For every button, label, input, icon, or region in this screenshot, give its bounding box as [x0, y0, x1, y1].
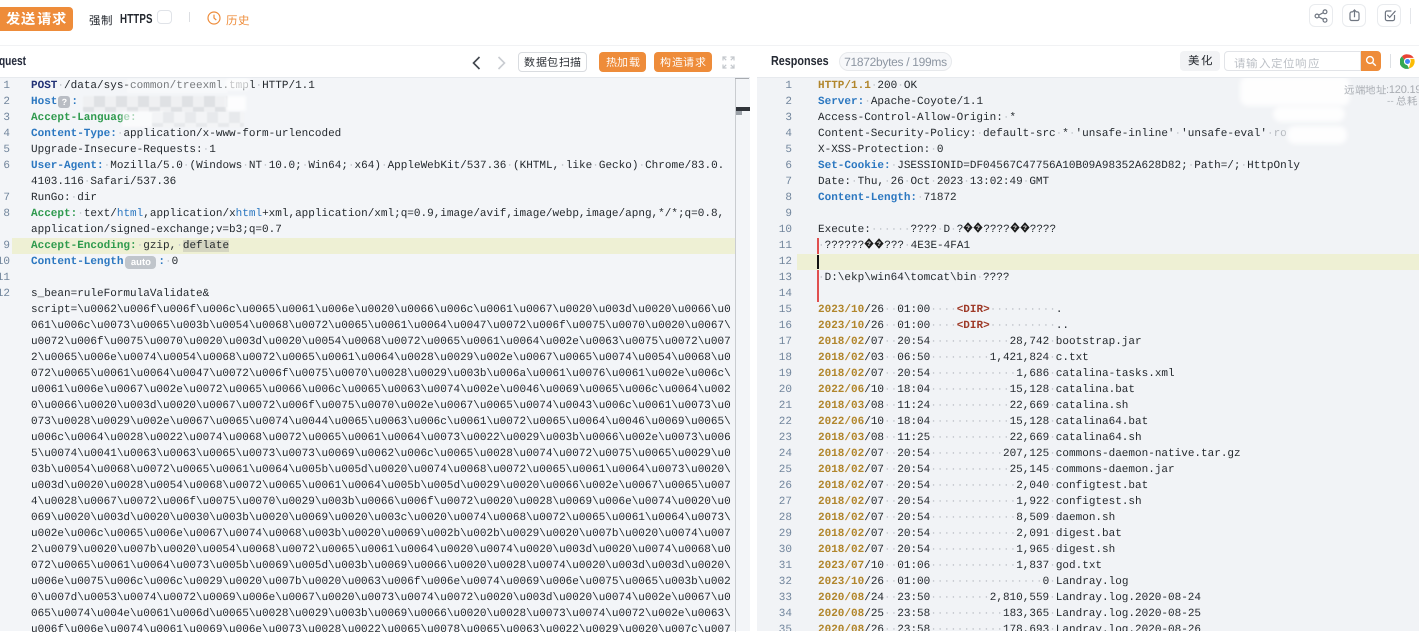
svg-text:?: ?: [976, 225, 980, 232]
svg-text:?: ?: [867, 241, 871, 248]
svg-text:?: ?: [966, 225, 970, 232]
svg-text:?: ?: [877, 241, 881, 248]
svg-text:?: ?: [1013, 225, 1017, 232]
svg-text:?: ?: [1023, 225, 1027, 232]
